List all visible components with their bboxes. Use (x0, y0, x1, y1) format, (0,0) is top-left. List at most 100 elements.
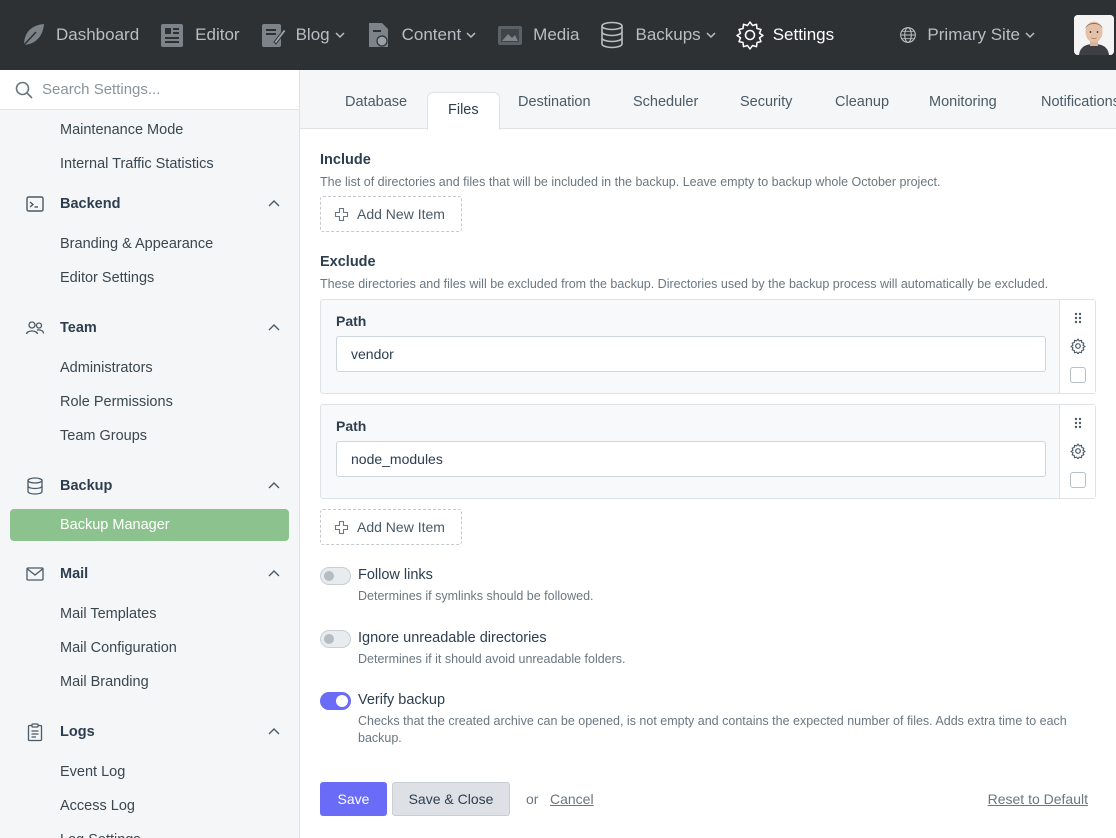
sidebar-group-backend[interactable]: Backend (0, 181, 299, 227)
sidebar-item-team-groups[interactable]: Team Groups (0, 419, 299, 453)
exclude-item-tools (1059, 300, 1095, 393)
sidebar-group-team[interactable]: Team (0, 305, 299, 351)
database-icon (27, 477, 43, 495)
sidebar-item-event-log[interactable]: Event Log (0, 755, 299, 789)
tab-security[interactable]: Security (740, 94, 792, 110)
plus-icon (334, 520, 349, 534)
sidebar-item-log-settings[interactable]: Log Settings (0, 823, 299, 838)
sidebar-item-branding-appearance[interactable]: Branding & Appearance (0, 227, 299, 261)
nav-editor[interactable]: Editor (157, 0, 240, 70)
database-icon (601, 21, 624, 49)
chevron-down-icon (335, 32, 345, 39)
sidebar-group-backup[interactable]: Backup (0, 463, 299, 509)
ignore-unreadable-label: Ignore unreadable directories (358, 630, 547, 646)
or-text: or (526, 791, 539, 807)
clipboard-icon (27, 723, 43, 742)
settings-main: Database Files Destination Scheduler Sec… (300, 70, 1116, 838)
sidebar-item-administrators[interactable]: Administrators (0, 351, 299, 385)
sidebar-group-mail[interactable]: Mail (0, 551, 299, 597)
sidebar-item-mail-templates[interactable]: Mail Templates (0, 597, 299, 631)
tab-scheduler[interactable]: Scheduler (633, 94, 698, 110)
toggle-knob (324, 634, 334, 644)
nav-settings[interactable]: Settings (735, 0, 834, 70)
nav-backups[interactable]: Backups (597, 0, 716, 70)
ignore-unreadable-description: Determines if it should avoid unreadable… (358, 652, 626, 666)
exclude-item-path-input[interactable]: node_modules (336, 441, 1046, 477)
exclude-add-item-label: Add New Item (357, 519, 445, 535)
verify-backup-label: Verify backup (358, 692, 446, 708)
include-add-item-label: Add New Item (357, 206, 445, 222)
nav-settings-label: Settings (772, 25, 835, 44)
nav-backups-label: Backups (635, 25, 701, 44)
chevron-down-icon (706, 32, 716, 39)
save-and-close-button[interactable]: Save & Close (392, 782, 510, 816)
tab-cleanup[interactable]: Cleanup (835, 94, 889, 110)
terminal-icon (26, 196, 44, 212)
exclude-item-path-label: Path (336, 313, 367, 329)
verify-backup-toggle[interactable] (320, 692, 351, 710)
sidebar-item-mail-configuration[interactable]: Mail Configuration (0, 631, 299, 665)
blog-icon (261, 24, 287, 47)
nav-content[interactable]: Content (364, 0, 478, 70)
exclude-item: Path node_modules (320, 404, 1096, 499)
top-navigation-bar: Dashboard Editor Blog Content Media Back… (0, 0, 1116, 70)
media-icon (498, 26, 523, 45)
sidebar-item-role-permissions[interactable]: Role Permissions (0, 385, 299, 419)
nav-content-label: Content (401, 25, 462, 44)
gear-icon[interactable] (1070, 443, 1086, 459)
exclude-item-checkbox[interactable] (1070, 472, 1086, 488)
gear-icon (735, 21, 764, 50)
nav-blog-label: Blog (295, 25, 330, 44)
drag-handle-icon[interactable] (1072, 311, 1084, 325)
verify-backup-description: Checks that the created archive can be o… (358, 714, 1067, 745)
gear-icon[interactable] (1070, 338, 1086, 354)
exclude-item-checkbox[interactable] (1070, 367, 1086, 383)
sidebar-group-label: Backup (60, 478, 113, 494)
content-icon (368, 23, 388, 47)
nav-dashboard[interactable]: Dashboard (18, 0, 139, 70)
plus-icon (334, 207, 349, 221)
include-add-item-button[interactable]: Add New Item (320, 196, 462, 232)
follow-links-description: Determines if symlinks should be followe… (358, 589, 594, 603)
user-avatar[interactable] (1074, 15, 1114, 55)
nav-media[interactable]: Media (495, 0, 579, 70)
settings-search (0, 70, 299, 110)
save-button[interactable]: Save (320, 782, 387, 816)
site-selector[interactable]: Primary Site (897, 0, 1036, 70)
leaf-icon (22, 24, 44, 47)
sidebar-item-maintenance-mode[interactable]: Maintenance Mode (0, 113, 299, 147)
sidebar-item-editor-settings[interactable]: Editor Settings (0, 261, 299, 295)
exclude-add-item-button[interactable]: Add New Item (320, 509, 462, 545)
users-icon (25, 321, 45, 335)
sidebar-item-internal-traffic-statistics[interactable]: Internal Traffic Statistics (0, 147, 299, 181)
avatar-photo (1074, 15, 1114, 55)
chevron-up-icon (268, 482, 280, 489)
include-description: The list of directories and files that w… (320, 175, 941, 189)
tab-database[interactable]: Database (345, 94, 407, 110)
tab-notifications[interactable]: Notifications (1041, 94, 1116, 110)
nav-dashboard-label: Dashboard (56, 25, 140, 44)
search-icon (15, 81, 33, 99)
sidebar-group-logs[interactable]: Logs (0, 709, 299, 755)
sidebar-item-backup-manager[interactable]: Backup Manager (10, 509, 289, 541)
sidebar-group-label: Mail (60, 566, 89, 582)
chevron-up-icon (268, 728, 280, 735)
settings-search-input[interactable] (42, 81, 282, 98)
sidebar-item-access-log[interactable]: Access Log (0, 789, 299, 823)
tab-destination[interactable]: Destination (518, 94, 591, 110)
settings-sidebar: Maintenance Mode Internal Traffic Statis… (0, 70, 300, 838)
exclude-item-path-input[interactable]: vendor (336, 336, 1046, 372)
follow-links-toggle[interactable] (320, 567, 351, 585)
sidebar-group-label: Logs (60, 724, 95, 740)
reset-to-default-link[interactable]: Reset to Default (988, 791, 1088, 807)
exclude-description: These directories and files will be excl… (320, 277, 1049, 291)
chevron-down-icon (1025, 32, 1035, 39)
exclude-title: Exclude (320, 254, 376, 270)
tab-monitoring[interactable]: Monitoring (929, 94, 997, 110)
nav-blog[interactable]: Blog (258, 0, 346, 70)
sidebar-item-mail-branding[interactable]: Mail Branding (0, 665, 299, 699)
tab-files[interactable]: Files (427, 92, 500, 130)
ignore-unreadable-toggle[interactable] (320, 630, 351, 648)
cancel-link[interactable]: Cancel (550, 791, 594, 807)
drag-handle-icon[interactable] (1072, 416, 1084, 430)
